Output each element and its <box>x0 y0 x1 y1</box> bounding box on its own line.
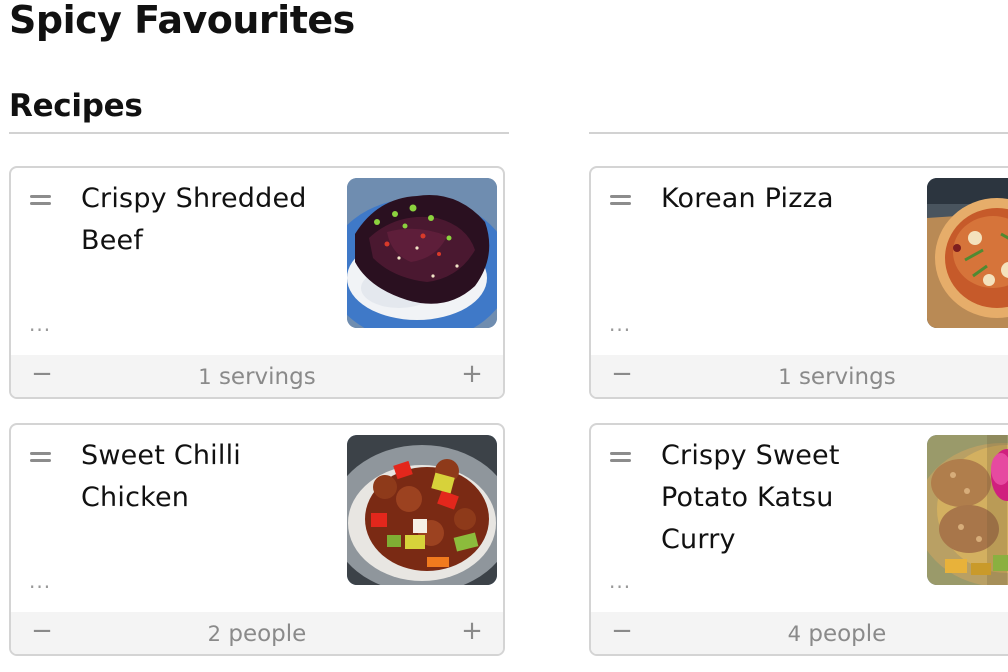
recipe-title[interactable]: Crispy Shredded Beef <box>81 178 336 262</box>
drag-handle-icon[interactable] <box>608 450 634 464</box>
servings-quantity: 1 <box>198 365 212 389</box>
more-options-icon[interactable]: ... <box>29 314 51 334</box>
more-options-icon[interactable]: ... <box>609 571 631 591</box>
servings-quantity: 1 <box>778 365 792 389</box>
drag-handle-icon[interactable] <box>28 450 54 464</box>
servings-stepper: − 1 servings + <box>591 355 1008 397</box>
servings-unit: people <box>808 621 887 647</box>
servings-label: 1 servings <box>11 363 503 391</box>
korean-pizza-photo <box>927 178 1008 328</box>
recipe-title[interactable]: Sweet Chilli Chicken <box>81 435 336 519</box>
section-title: Recipes <box>9 88 143 124</box>
servings-label: 4 people <box>591 620 1008 648</box>
more-options-icon[interactable]: ... <box>609 314 631 334</box>
recipe-title[interactable]: Korean Pizza <box>661 178 916 220</box>
plus-icon[interactable]: + <box>457 359 487 389</box>
servings-stepper: − 2 people + <box>11 612 503 654</box>
recipe-photo[interactable] <box>927 178 1008 328</box>
servings-unit: servings <box>798 364 896 390</box>
servings-unit: people <box>228 621 307 647</box>
crispy-shredded-beef-photo <box>347 178 497 328</box>
plus-icon[interactable]: + <box>457 616 487 646</box>
servings-quantity: 2 <box>207 622 222 646</box>
katsu-curry-photo <box>927 435 1008 585</box>
drag-handle-icon[interactable] <box>28 193 54 207</box>
servings-stepper: − 1 servings + <box>11 355 503 397</box>
more-options-icon[interactable]: ... <box>29 571 51 591</box>
recipe-card[interactable]: Korean Pizza ... − 1 servings <box>589 166 1008 399</box>
recipe-photo[interactable] <box>347 178 497 328</box>
servings-label: 2 people <box>11 620 503 648</box>
recipe-card[interactable]: Crispy Shredded Beef ... − 1 servings + <box>9 166 505 399</box>
servings-stepper: − 4 people + <box>591 612 1008 654</box>
section-divider-left <box>9 132 509 134</box>
section-divider-right <box>589 132 1008 134</box>
recipe-card[interactable]: Crispy Sweet Potato Katsu Curry ... − 4 … <box>589 423 1008 656</box>
servings-unit: servings <box>218 364 316 390</box>
recipe-collection-page: Spicy Favourites Recipes Crispy Shredded… <box>0 0 1008 672</box>
servings-quantity: 4 <box>787 622 802 646</box>
servings-label: 1 servings <box>591 363 1008 391</box>
page-title: Spicy Favourites <box>9 0 355 42</box>
recipe-photo[interactable] <box>347 435 497 585</box>
recipe-card[interactable]: Sweet Chilli Chicken ... − 2 people + <box>9 423 505 656</box>
recipe-title[interactable]: Crispy Sweet Potato Katsu Curry <box>661 435 916 561</box>
drag-handle-icon[interactable] <box>608 193 634 207</box>
sweet-chilli-chicken-photo <box>347 435 497 585</box>
recipe-photo[interactable] <box>927 435 1008 585</box>
